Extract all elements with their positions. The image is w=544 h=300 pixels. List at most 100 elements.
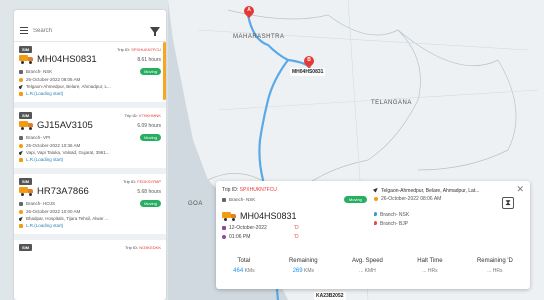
stat-label: Remaining 'D <box>476 258 513 264</box>
popup-date: 26-October-2022 08:06 AM <box>381 196 442 202</box>
clock-icon <box>222 235 226 239</box>
popup-branch-row: Branch- NSK <box>222 197 255 202</box>
sim-badge: SIM <box>19 46 33 53</box>
marker-a-label: A <box>247 7 251 13</box>
marker-a[interactable]: A <box>241 3 257 19</box>
popup-trip-id: Trip ID: SPXHUKN7FCU <box>222 187 277 193</box>
navigation-icon <box>19 216 25 221</box>
search-input[interactable] <box>33 27 128 34</box>
popup-location-row: Telgaon-Ahmedpur, Belare, Ahmadpur, Lat.… <box>372 186 480 194</box>
hourglass-icon[interactable]: ⧗ <box>502 197 514 209</box>
close-icon[interactable]: ✕ <box>516 184 524 195</box>
trip-info-popup: ✕ ⧗ Trip ID: SPXHUKN7FCU Branch- NSK Mov… <box>216 181 530 289</box>
vehicle-number: HR73A7866 <box>37 186 89 197</box>
trip-hours: 8.61 hours <box>137 56 161 63</box>
stat-remaining-time: Remaining 'D ... HRs <box>477 258 513 274</box>
trip-stats: Total 464 KMs Remaining 269 KMs Avg. Spe… <box>216 258 530 274</box>
trip-card[interactable]: SIM Trip ID: SPXHUKN7FCU MH04HS0831 8.61… <box>14 42 166 108</box>
trip-id: Trip ID: NO5KEDKK <box>125 245 161 250</box>
lr-icon <box>19 223 23 228</box>
lr-icon <box>19 157 23 162</box>
trip-id: Trip ID: V7HKHMNK <box>124 113 161 118</box>
vehicle-map-tag[interactable]: MH04HS0831 <box>290 68 326 76</box>
truck-icon <box>19 187 33 196</box>
menu-icon[interactable] <box>20 27 28 34</box>
trip-card[interactable]: SIM Trip ID: V7HKHMNK GJ15AV3105 6.09 ho… <box>14 108 166 174</box>
lr-status: L.R.(Loading start) <box>26 223 64 228</box>
building-icon <box>19 135 23 140</box>
popup-start-time-row: 01:06 PM <box>222 234 250 240</box>
stat-label: Total <box>237 258 251 264</box>
clock-icon <box>19 77 23 82</box>
sim-badge: SIM <box>19 244 33 251</box>
popup-start-time-extra: 'D <box>294 234 299 240</box>
stat-label: Avg. Speed <box>351 258 383 264</box>
stat-value: ... KMH <box>359 268 376 274</box>
stat-remaining: Remaining 269 KMs <box>289 258 318 274</box>
search-bar <box>14 20 166 42</box>
filter-icon[interactable] <box>150 27 160 36</box>
truck-icon <box>19 121 33 130</box>
popup-date-row: 26-October-2022 08:06 AM <box>374 196 441 202</box>
navigation-icon <box>19 150 25 155</box>
building-icon <box>19 201 23 206</box>
popup-location: Telgaon-Ahmedpur, Belare, Ahmadpur, Lat.… <box>381 188 480 194</box>
popup-branch-from: Branch- NSK <box>374 212 409 218</box>
popup-vehicle-number: MH04HS0831 <box>240 211 297 221</box>
state-label-maharashtra: MAHARASHTRA <box>233 34 285 40</box>
trip-card[interactable]: SIM Trip ID: FEDKSYR8P HR73A7866 5.68 ho… <box>14 174 166 240</box>
stat-value: ... HRs <box>487 268 503 274</box>
truck-icon <box>222 211 236 221</box>
popup-vehicle-row: MH04HS0831 <box>222 211 297 221</box>
popup-start-time: 01:06 PM <box>229 234 251 240</box>
marker-b-label: B <box>307 57 311 63</box>
building-icon <box>19 69 23 74</box>
status-badge: Moving <box>140 68 161 75</box>
stat-value: ... HRs <box>422 268 438 274</box>
popup-start-date-extra: 'D <box>294 225 299 231</box>
state-label-goa: GOA <box>188 201 203 207</box>
trip-location: Vapi, Vapi Taluka, Valsad, Gujarat, 3961… <box>26 150 110 155</box>
marker-b[interactable]: B <box>301 53 317 69</box>
trip-date: 26-October-2022 10:36 AM <box>26 143 81 148</box>
navigation-icon <box>19 84 25 89</box>
lr-icon <box>19 91 23 96</box>
stat-value: 269 KMs <box>292 268 314 274</box>
stat-label: Halt Time <box>417 258 443 264</box>
vehicle-map-tag[interactable]: KA23B2052 <box>314 292 346 300</box>
popup-branch-to: Branch- BJP <box>374 221 408 227</box>
vehicle-number: MH04HS0831 <box>37 54 97 65</box>
trip-card[interactable]: SIM Trip ID: NO5KEDKK <box>14 240 166 300</box>
trip-hours: 5.68 hours <box>137 188 161 195</box>
truck-icon <box>19 55 33 64</box>
popup-status-badge: Moving <box>344 196 367 203</box>
trip-hours: 6.09 hours <box>137 122 161 129</box>
trip-id: Trip ID: SPXHUKN7FCU <box>117 47 161 52</box>
popup-branch: Branch- NSK <box>229 197 256 202</box>
calendar-icon <box>222 226 226 230</box>
lr-status: L.R.(Loading start) <box>26 157 64 162</box>
trip-date: 26-October-2022 08:06 AM <box>26 77 81 82</box>
branch-label: Branch- HOJS <box>26 201 56 206</box>
vehicle-number: GJ15AV3105 <box>37 120 93 131</box>
building-icon <box>222 197 226 202</box>
stat-halt-time: Halt Time ... HRs <box>417 258 442 274</box>
trip-location: Telgaon-Ahmedpur, Belare, Ahmadpur, L... <box>26 84 111 89</box>
lr-status: L.R.(Loading start) <box>26 91 64 96</box>
popup-start-date: 12-October-2022 <box>229 225 267 231</box>
trip-date: 26-October-2022 10:00 AM <box>26 209 81 214</box>
stat-total: Total 464 KMs <box>233 258 254 274</box>
sim-badge: SIM <box>19 178 33 185</box>
clock-icon <box>374 197 378 201</box>
stat-label: Remaining <box>288 258 318 264</box>
trip-location: Bhadpar, Hospitals, Tijara Tehsil, Alwar… <box>26 216 109 221</box>
navigation-icon <box>372 186 380 193</box>
clock-icon <box>19 209 23 214</box>
state-label-telangana: TELANGANA <box>371 100 412 106</box>
branch-label: Branch- VPI <box>26 135 51 140</box>
trip-id: Trip ID: FEDKSYR8P <box>123 179 161 184</box>
clock-icon <box>19 143 23 148</box>
branch-label: Branch- NSK <box>26 69 53 74</box>
status-badge: Moving <box>140 134 161 141</box>
sim-badge: SIM <box>19 112 33 119</box>
